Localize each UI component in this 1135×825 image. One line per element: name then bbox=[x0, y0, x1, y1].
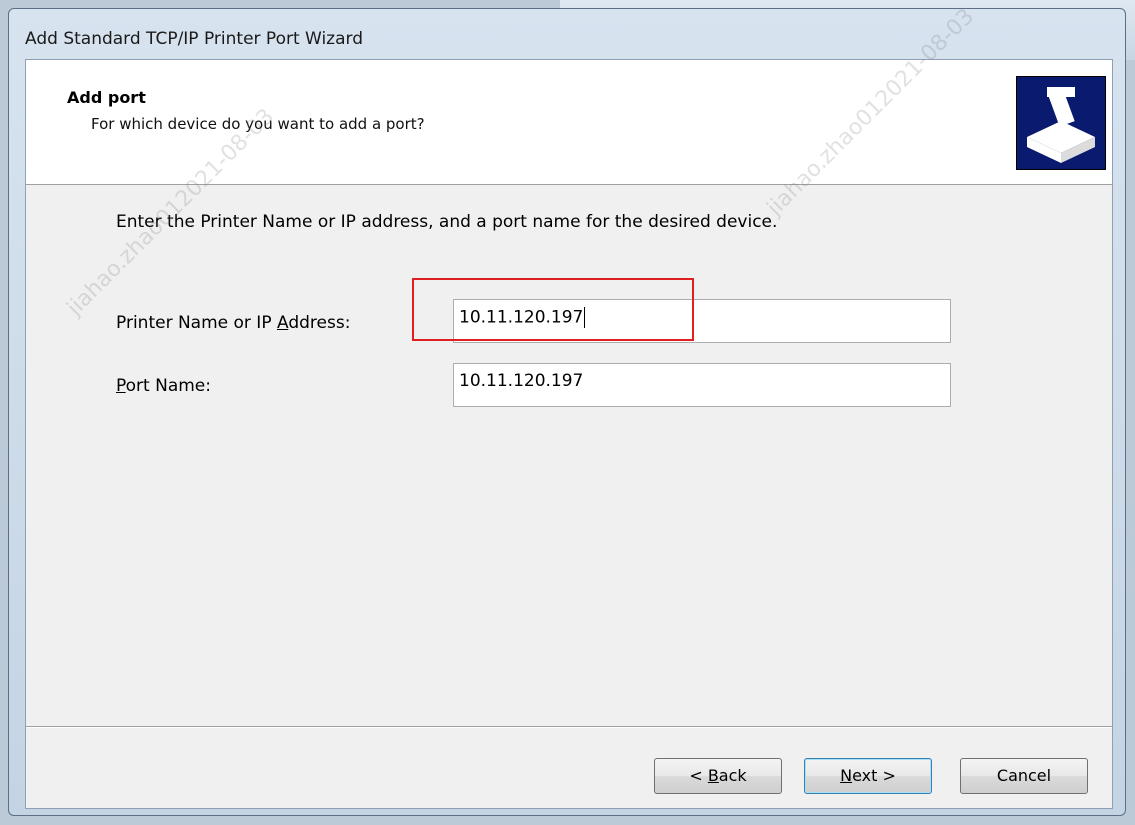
port-name-label: Port Name: bbox=[116, 376, 211, 396]
highlight-box bbox=[412, 278, 694, 341]
port-name-input[interactable]: 10.11.120.197 bbox=[453, 363, 951, 407]
wizard-header: Add port For which device do you want to… bbox=[26, 60, 1112, 185]
page-title: Add port bbox=[67, 88, 146, 107]
printer-port-icon bbox=[1016, 76, 1106, 170]
wizard-client-area: Add port For which device do you want to… bbox=[25, 59, 1113, 809]
instruction-text: Enter the Printer Name or IP address, an… bbox=[116, 212, 778, 232]
wizard-dialog: Add Standard TCP/IP Printer Port Wizard … bbox=[8, 8, 1126, 816]
cancel-button[interactable]: Cancel bbox=[960, 758, 1088, 794]
page-subtitle: For which device do you want to add a po… bbox=[91, 115, 425, 133]
window-title: Add Standard TCP/IP Printer Port Wizard bbox=[25, 29, 364, 49]
footer-divider-highlight bbox=[26, 727, 1112, 728]
printer-name-label: Printer Name or IP Address: bbox=[116, 313, 351, 333]
back-button[interactable]: < Back bbox=[654, 758, 782, 794]
next-button[interactable]: Next > bbox=[804, 758, 932, 794]
